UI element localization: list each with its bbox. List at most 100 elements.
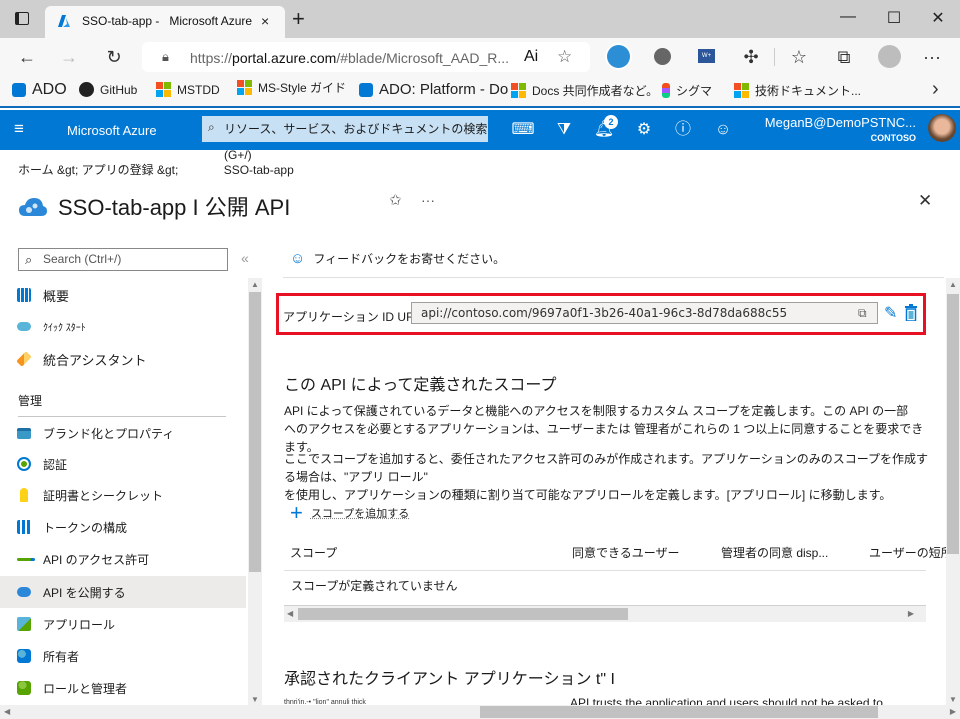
empty-table-message: スコープが定義されていません: [291, 579, 458, 593]
read-aloud-button[interactable]: Ai: [524, 48, 538, 66]
feedback-link[interactable]: ☺︎ フィードバックをお寄せください。: [290, 250, 505, 267]
sidebar-item-api-permissions[interactable]: API のアクセス許可: [0, 543, 246, 575]
extensions-icon[interactable]: ✣: [739, 46, 763, 68]
bookmark-ms-style[interactable]: MS-Style ガイド: [237, 79, 346, 96]
settings-gear-icon[interactable]: ⚙︎: [632, 120, 656, 140]
main-horizontal-scrollbar[interactable]: ▶: [262, 705, 960, 719]
minimize-button[interactable]: —: [838, 8, 858, 26]
bookmark-sigma[interactable]: シグマ: [662, 82, 712, 99]
sidebar-item-app-roles[interactable]: アプリロール: [0, 608, 246, 640]
column-header-who-can-consent[interactable]: 同意できるユーザー: [572, 544, 680, 561]
azure-brand[interactable]: Microsoft Azure: [67, 123, 157, 138]
sidebar-item-certificates[interactable]: 証明書とシークレット: [0, 479, 246, 511]
sidebar-item-integration-assistant[interactable]: 統合アシスタント: [0, 343, 246, 375]
sidebar-vertical-scrollbar[interactable]: ▲ ▼: [248, 278, 262, 706]
forward-button[interactable]: →: [57, 46, 81, 68]
app-id-uri-field[interactable]: api://contoso.com/9697a0f1-3b26-40a1-96c…: [411, 302, 878, 324]
scrollbar-thumb[interactable]: [480, 706, 878, 718]
bookmark-docs[interactable]: Docs 共同作成者など。: [511, 82, 658, 99]
extension-chart-icon[interactable]: [654, 48, 671, 65]
key-icon: [20, 488, 28, 502]
collapse-sidebar-icon[interactable]: «: [241, 250, 249, 266]
more-options-icon[interactable]: ···: [920, 46, 944, 68]
sidebar-item-branding[interactable]: ブランド化とプロパティ: [0, 417, 246, 449]
global-search-input[interactable]: ⌕ リソース、サービス、およびドキュメントの検索 (G+/): [202, 116, 488, 162]
sidebar-search-input[interactable]: ⌕ Search (Ctrl+/): [18, 248, 228, 271]
more-actions-icon[interactable]: ···: [421, 192, 435, 208]
new-tab-button[interactable]: +: [292, 6, 305, 32]
feedback-icon[interactable]: ☺︎: [711, 120, 735, 140]
scroll-up-arrow-icon[interactable]: ▲: [251, 280, 259, 289]
table-header-divider: [284, 570, 926, 571]
scroll-left-arrow-icon[interactable]: ◀: [287, 609, 293, 618]
bookmark-ado-platform[interactable]: ADO: Platform - Do: [359, 81, 508, 98]
main-vertical-scrollbar[interactable]: ▲ ▼: [946, 278, 960, 706]
close-blade-button[interactable]: ✕: [918, 191, 932, 211]
user-avatar[interactable]: [928, 114, 956, 142]
window-close-button[interactable]: ✕: [928, 8, 948, 28]
breadcrumb-current[interactable]: SSO-tab-app: [224, 163, 294, 177]
help-icon[interactable]: ⓘ: [671, 120, 695, 140]
sidebar-item-overview[interactable]: 概要: [0, 279, 246, 311]
sidebar-horizontal-scrollbar[interactable]: ◀: [0, 705, 262, 719]
bookmark-ado[interactable]: ADO: [12, 81, 67, 99]
url-text[interactable]: https://portal.azure.com/#blade/Microsof…: [190, 50, 509, 66]
sidebar-item-roles-admins[interactable]: ロールと管理者: [0, 672, 246, 704]
back-button[interactable]: ←: [15, 46, 39, 68]
delete-trash-icon[interactable]: [904, 304, 918, 321]
scrollbar-thumb[interactable]: [249, 292, 261, 572]
copy-icon[interactable]: ⧉: [858, 306, 870, 320]
microsoft-icon: [734, 83, 749, 98]
sidebar-item-authentication[interactable]: 認証: [0, 448, 246, 480]
maximize-button[interactable]: ☐: [884, 8, 904, 28]
column-header-scope[interactable]: スコープ: [290, 544, 337, 561]
tab-title: SSO-tab-app - Microsoft Azure: [82, 14, 253, 28]
pin-icon[interactable]: ✩: [389, 191, 402, 209]
cloud-shell-icon[interactable]: ⌨︎: [511, 120, 535, 140]
address-bar[interactable]: 🔒︎ https://portal.azure.com/#blade/Micro…: [142, 42, 590, 72]
add-scope-button[interactable]: + スコープを追加する: [290, 502, 409, 524]
user-account[interactable]: MeganB@DemoPSTNC... CONTOSO: [765, 115, 916, 143]
extension-word-icon[interactable]: W+: [698, 49, 715, 63]
bookmarks-bar: ADO GitHub MSTDD MS-Style ガイド ADO: Platf…: [0, 76, 960, 108]
bookmark-tech-docs[interactable]: 技術ドキュメント...: [734, 82, 861, 99]
browser-tab-active[interactable]: SSO-tab-app - Microsoft Azure ×: [45, 6, 285, 38]
sidebar-item-expose-api[interactable]: API を公開する: [0, 576, 246, 608]
tab-close-button[interactable]: ×: [261, 13, 269, 29]
column-header-user-consent[interactable]: ユーザーの短所: [869, 544, 953, 561]
extension-fox-icon[interactable]: [607, 45, 630, 68]
collections-icon[interactable]: ⧉: [832, 46, 856, 68]
table-horizontal-scrollbar[interactable]: ◀ ▶: [284, 606, 926, 622]
scroll-down-arrow-icon[interactable]: ▼: [949, 695, 957, 704]
scrollbar-thumb[interactable]: [947, 294, 959, 554]
scroll-up-arrow-icon[interactable]: ▲: [949, 280, 957, 289]
scrollbar-thumb[interactable]: [298, 608, 628, 620]
profile-avatar[interactable]: [878, 45, 901, 68]
scroll-down-arrow-icon[interactable]: ▼: [251, 695, 259, 704]
edit-pencil-icon[interactable]: ✎: [884, 303, 897, 323]
directory-filter-icon[interactable]: ⧩: [552, 120, 576, 140]
scroll-right-arrow-icon[interactable]: ▶: [908, 609, 914, 618]
search-icon: ⌕: [25, 252, 33, 267]
section-manage-label: 管理: [18, 394, 43, 408]
breadcrumb-home[interactable]: ホーム &gt;: [18, 163, 78, 177]
sidebar-item-token-config[interactable]: トークンの構成: [0, 511, 246, 543]
owners-icon: [17, 649, 31, 663]
scroll-left-arrow-icon[interactable]: ◀: [4, 707, 10, 716]
bookmark-github[interactable]: GitHub: [79, 82, 137, 97]
sidebar-item-owners[interactable]: 所有者: [0, 640, 246, 672]
user-name: MeganB@DemoPSTNC...: [764, 115, 916, 130]
sidebar-item-quickstart[interactable]: ｸｲｯｸ ｽﾀｰﾄ: [0, 310, 246, 342]
more-bookmarks-chevron-icon[interactable]: ›: [932, 78, 939, 101]
tab-actions-icon[interactable]: [15, 12, 29, 25]
scroll-right-arrow-icon[interactable]: ▶: [950, 707, 956, 716]
add-favorite-icon[interactable]: ☆: [557, 47, 572, 67]
refresh-button[interactable]: ↻: [102, 46, 126, 68]
favorites-icon[interactable]: ☆: [787, 46, 811, 68]
column-header-admin-consent[interactable]: 管理者の同意 disp...: [721, 544, 828, 561]
breadcrumb-app-registrations[interactable]: アプリの登録 &gt;: [82, 163, 179, 177]
search-icon: ⌕: [208, 120, 215, 134]
bookmark-mstdd[interactable]: MSTDD: [156, 82, 220, 97]
hamburger-menu-icon[interactable]: ≡: [14, 119, 24, 139]
lock-icon[interactable]: 🔒︎: [162, 49, 169, 65]
